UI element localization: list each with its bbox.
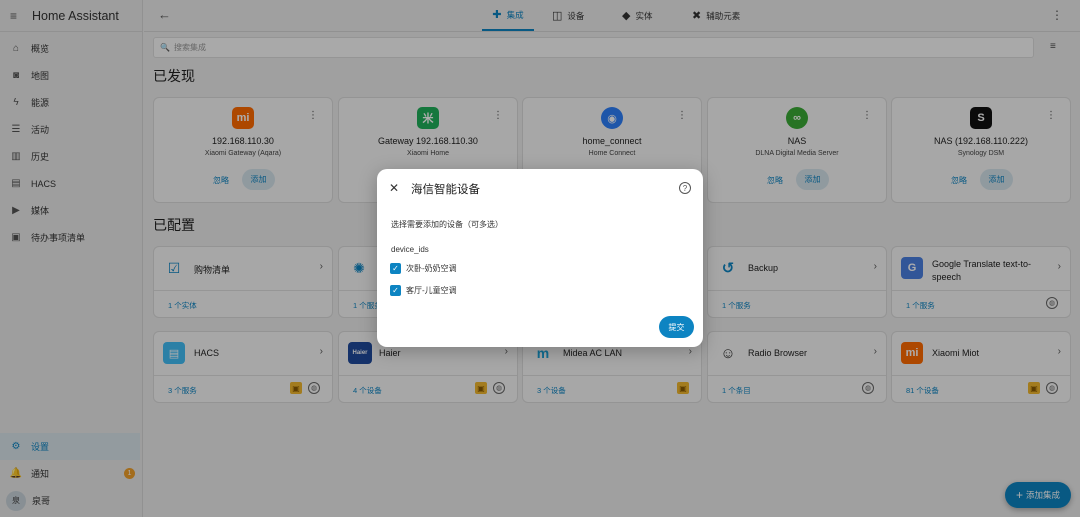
checkbox-checked-icon[interactable]: ✓ <box>390 263 401 274</box>
device-option[interactable]: ✓ 客厅-儿童空调 <box>390 285 457 296</box>
option-label: 客厅-儿童空调 <box>406 286 457 295</box>
device-option[interactable]: ✓ 次卧-奶奶空调 <box>390 263 457 274</box>
option-label: 次卧-奶奶空调 <box>406 264 457 273</box>
close-icon[interactable]: ✕ <box>389 181 399 195</box>
config-flow-dialog: ✕ 海信智能设备 ? 选择需要添加的设备（可多选） device_ids ✓ 次… <box>377 169 703 347</box>
field-label: device_ids <box>391 245 429 254</box>
dialog-description: 选择需要添加的设备（可多选） <box>391 220 503 229</box>
help-icon[interactable]: ? <box>679 182 691 194</box>
checkbox-checked-icon[interactable]: ✓ <box>390 285 401 296</box>
dialog-title: 海信智能设备 <box>411 184 480 196</box>
submit-button[interactable]: 提交 <box>659 316 694 338</box>
